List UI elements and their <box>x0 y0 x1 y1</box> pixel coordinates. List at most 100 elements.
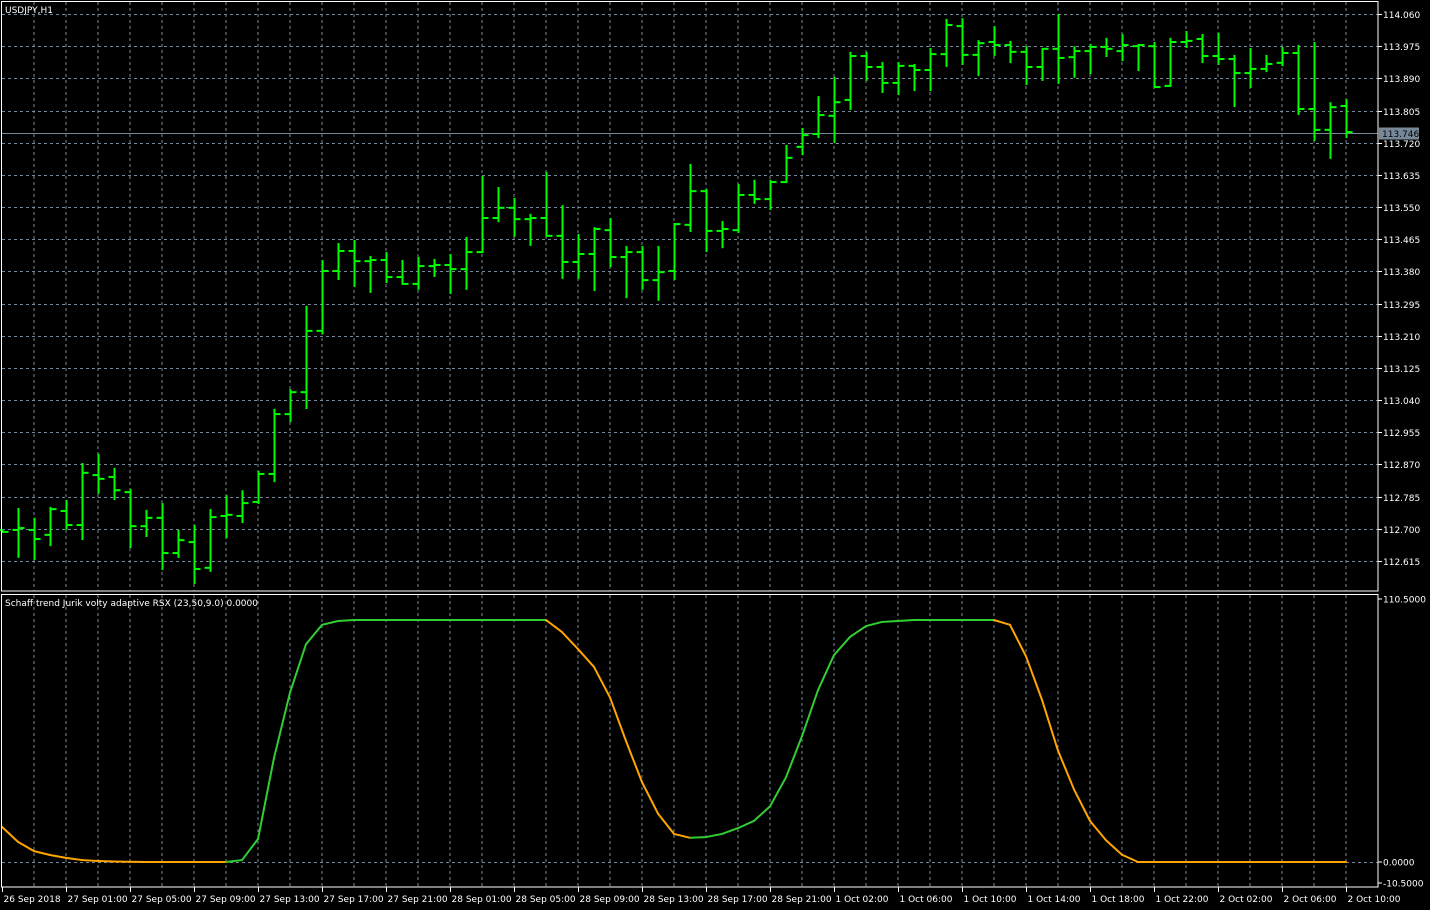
price-bars <box>0 14 1353 584</box>
indicator-tick-label: 0.0000 <box>1383 859 1415 869</box>
indicator-segment <box>1025 655 1043 701</box>
indicator-segment <box>1 825 19 843</box>
ohlc-bar <box>380 252 393 284</box>
ohlc-bar <box>700 188 713 252</box>
indicator-segment <box>673 832 691 839</box>
ohlc-bar <box>492 186 505 223</box>
ohlc-bar <box>764 179 777 210</box>
ohlc-bar <box>1020 46 1033 86</box>
time-tick-label: 27 Sep 05:00 <box>132 895 192 905</box>
indicator-segment <box>65 856 83 862</box>
price-tick-label: 113.210 <box>1383 333 1420 343</box>
ohlc-bar <box>412 257 425 290</box>
indicator-segment <box>721 827 739 835</box>
ohlc-bar <box>860 51 873 81</box>
ohlc-bar <box>1196 34 1209 64</box>
indicator-segment <box>641 781 659 815</box>
ohlc-bar <box>972 40 985 76</box>
time-tick-label: 28 Sep 01:00 <box>452 895 512 905</box>
ohlc-bar <box>44 506 57 547</box>
price-tick-label: 113.635 <box>1383 172 1420 182</box>
price-axis[interactable]: 114.060 113.975 113.890 113.805 113.720 113.6… <box>1378 11 1420 568</box>
ohlc-bar <box>348 239 361 287</box>
indicator-segment <box>241 838 259 862</box>
indicator-segment <box>1121 853 1139 863</box>
indicator-segment <box>817 654 835 692</box>
indicator-axis: 110.5000 0.0000 -10.5000 <box>1378 596 1426 890</box>
indicator-segment <box>49 853 67 859</box>
ohlc-bar <box>524 213 537 246</box>
indicator-title: Schaff trend Jurik volty adaptive RSX (2… <box>5 599 258 609</box>
ohlc-bar <box>284 389 297 422</box>
time-tick-label: 2 Oct 02:00 <box>1220 895 1273 905</box>
price-tick-label: 113.720 <box>1383 140 1420 150</box>
ohlc-bar <box>1164 37 1177 87</box>
indicator-segment <box>753 805 771 822</box>
time-tick-label: 26 Sep 2018 <box>4 895 61 905</box>
ohlc-bar <box>1324 102 1337 159</box>
ohlc-bar <box>1052 14 1065 84</box>
ohlc-bar <box>508 197 521 237</box>
ohlc-bar <box>844 51 857 111</box>
indicator-grid <box>2 595 1378 887</box>
ohlc-bar <box>28 517 41 561</box>
time-axis[interactable]: 26 Sep 2018 27 Sep 01:00 27 Sep 05:00 27 Se… <box>2 887 1401 905</box>
indicator-segment <box>17 840 35 853</box>
indicator-segment <box>657 812 675 835</box>
indicator-segment <box>689 836 707 839</box>
indicator-segment <box>737 819 755 830</box>
indicator-segment <box>561 631 579 651</box>
price-tick-label: 112.785 <box>1383 494 1420 504</box>
time-tick-label: 27 Sep 01:00 <box>68 895 128 905</box>
main-panel-border <box>1 1 1379 592</box>
indicator-segment <box>81 859 99 863</box>
ohlc-bar <box>300 305 313 410</box>
ohlc-bar <box>620 246 633 299</box>
ohlc-bar <box>924 48 937 92</box>
ohlc-bar <box>364 255 377 293</box>
ohlc-bar <box>204 509 217 572</box>
ohlc-bar <box>668 222 681 280</box>
indicator-segment <box>833 635 851 657</box>
time-tick-label: 1 Oct 10:00 <box>964 895 1017 905</box>
time-tick-label: 2 Oct 10:00 <box>1348 895 1401 905</box>
ohlc-bar <box>652 246 665 301</box>
ohlc-bar <box>252 470 265 505</box>
ohlc-bar <box>780 144 793 184</box>
time-tick-label: 27 Sep 13:00 <box>260 895 320 905</box>
indicator-segment <box>865 620 883 628</box>
ohlc-bar <box>748 179 761 204</box>
indicator-segment <box>577 648 595 668</box>
indicator-segment <box>897 619 915 622</box>
price-tick-label: 113.550 <box>1383 204 1420 214</box>
indicator-panel-border <box>1 594 1379 888</box>
mt4-chart-window[interactable]: 114.060 113.975 113.890 113.805 113.720 113.6… <box>0 0 1430 910</box>
ohlc-bar <box>76 462 89 541</box>
indicator-tick-label: -10.5000 <box>1383 880 1424 890</box>
ohlc-bar <box>156 503 169 570</box>
indicator-segment <box>849 625 867 638</box>
ohlc-bar <box>796 127 809 156</box>
ohlc-bar <box>988 26 1001 56</box>
indicator-segment <box>1057 749 1075 791</box>
indicator-segment <box>769 776 787 808</box>
time-tick-label: 27 Sep 17:00 <box>324 895 384 905</box>
time-tick-label: 1 Oct 14:00 <box>1028 895 1081 905</box>
ohlc-bar <box>732 183 745 234</box>
time-tick-label: 1 Oct 18:00 <box>1092 895 1145 905</box>
time-tick-label: 28 Sep 21:00 <box>772 895 832 905</box>
ohlc-bar <box>476 176 489 254</box>
ohlc-bar <box>1276 46 1289 67</box>
indicator-segment <box>289 643 307 694</box>
ohlc-bar <box>428 258 441 277</box>
indicator-tick-label: 110.5000 <box>1383 596 1426 606</box>
ohlc-bar <box>1212 32 1225 65</box>
price-tick-label: 112.615 <box>1383 558 1420 568</box>
indicator-segment <box>1105 839 1123 856</box>
indicator-segment <box>801 689 819 738</box>
indicator-segment <box>321 619 339 626</box>
time-tick-label: 1 Oct 02:00 <box>836 895 889 905</box>
ohlc-bar <box>140 509 153 538</box>
ohlc-bar <box>636 246 649 290</box>
ohlc-bar <box>460 236 473 290</box>
